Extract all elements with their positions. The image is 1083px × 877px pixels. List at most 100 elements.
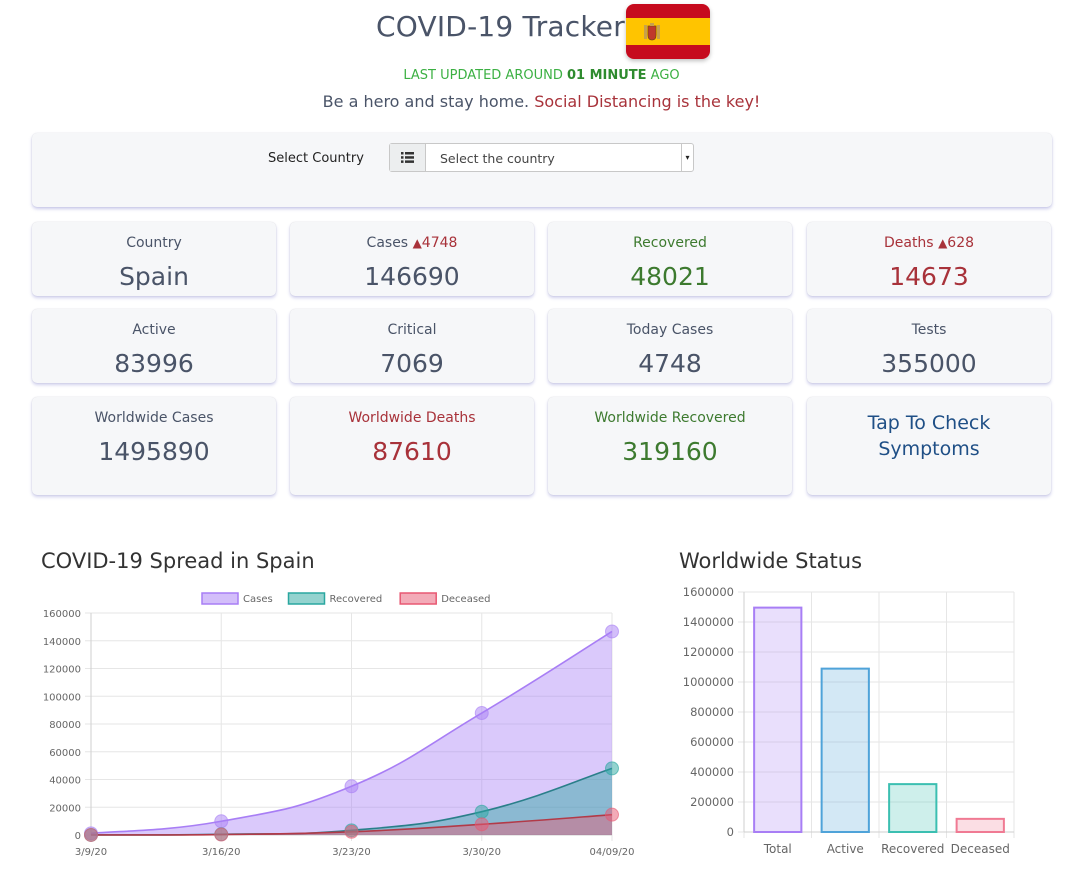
country-selector-panel: Select Country Select the country ▾: [32, 133, 1052, 207]
y-tick-label: 200000: [690, 795, 734, 809]
check-symptoms-button[interactable]: Tap To Check Symptoms: [807, 397, 1051, 495]
x-tick-label: 3/16/20: [202, 847, 241, 858]
x-tick-label: Recovered: [881, 842, 944, 856]
bar-active: [820, 667, 870, 833]
spread-area-chart: 0 20000 40000 60000 80000 100000 120000 140000 1…: [43, 592, 635, 858]
legend-label: Deceased: [441, 594, 490, 605]
legend-swatch: [287, 592, 326, 605]
y-tick-label: 80000: [49, 720, 81, 731]
chevron-down-icon: ▾: [681, 144, 693, 171]
x-tick-label: Total: [763, 842, 792, 856]
y-tick-label: 600000: [690, 735, 734, 749]
bar-total: [753, 606, 803, 833]
card-country: Country Spain: [32, 222, 276, 296]
coat-of-arms-icon: [644, 23, 660, 41]
x-tick-label: Active: [827, 842, 864, 856]
card-recovered: Recovered 48021: [548, 222, 792, 296]
arrow-up-icon: ▲: [412, 236, 422, 250]
card-value: 83996: [114, 349, 194, 378]
data-point-cases: [344, 779, 359, 794]
card-worldwide-deaths: Worldwide Deaths 87610: [290, 397, 534, 495]
card-label: Worldwide Deaths: [348, 410, 476, 426]
card-active: Active 83996: [32, 309, 276, 383]
card-value: 1495890: [98, 437, 210, 466]
y-tick-label: 0: [75, 831, 81, 842]
data-point-deceased: [474, 817, 489, 832]
y-tick-label: 1400000: [683, 615, 734, 629]
data-point-cases: [474, 706, 489, 721]
card-value: 7069: [380, 349, 444, 378]
country-select[interactable]: Select the country ▾: [389, 143, 694, 172]
card-value: 48021: [630, 262, 710, 291]
y-tick-label: 400000: [690, 765, 734, 779]
y-tick-label: 20000: [49, 803, 81, 814]
card-today-cases: Today Cases 4748: [548, 309, 792, 383]
select-country-label: Select Country: [268, 151, 364, 166]
last-updated: LAST UPDATED AROUND 01 MINUTE AGO: [403, 68, 680, 83]
card-value: 146690: [364, 262, 460, 291]
card-label: Worldwide Recovered: [594, 410, 746, 426]
data-point-deceased: [214, 827, 229, 842]
card-label: Critical: [387, 322, 437, 338]
card-value: 319160: [622, 437, 718, 466]
data-point-cases: [605, 624, 619, 639]
card-label: Today Cases: [626, 322, 714, 338]
header: COVID-19 Tracker LAST UPDATED AROUND 01 …: [0, 0, 1083, 120]
card-label: Cases ▲4748: [366, 235, 458, 251]
x-tick-label: 3/30/20: [462, 847, 501, 858]
tagline: Be a hero and stay home. Social Distanci…: [322, 92, 761, 111]
card-value: 14673: [889, 262, 969, 291]
data-point-deceased: [84, 827, 98, 842]
y-tick-label: 100000: [43, 692, 81, 703]
card-value: Spain: [119, 262, 189, 291]
bar-recovered: [888, 783, 938, 834]
arrow-up-icon: ▲: [938, 236, 948, 250]
y-tick-label: 40000: [49, 776, 81, 787]
data-point-deceased: [344, 824, 359, 839]
worldwide-bar-chart: 0 200000 400000 600000 800000 1000000 1200000 1…: [683, 585, 1015, 856]
card-deaths: Deaths ▲628 14673: [807, 222, 1051, 296]
spread-chart-title: COVID-19 Spread in Spain: [41, 549, 315, 573]
card-label: Active: [132, 322, 176, 338]
card-label: Country: [126, 235, 182, 251]
card-worldwide-cases: Worldwide Cases 1495890: [32, 397, 276, 495]
card-label: Tests: [911, 322, 947, 338]
card-critical: Critical 7069: [290, 309, 534, 383]
x-tick-label: Deceased: [951, 842, 1010, 856]
y-tick-label: 120000: [43, 665, 81, 676]
card-label: Deaths ▲628: [883, 235, 975, 251]
worldwide-chart-title: Worldwide Status: [679, 549, 863, 573]
x-tick-label: 3/23/20: [332, 847, 371, 858]
y-tick-label: 160000: [43, 609, 81, 620]
y-tick-label: 1600000: [683, 585, 734, 599]
legend-swatch: [201, 592, 239, 605]
legend-label: Recovered: [330, 594, 383, 605]
data-point-cases: [214, 814, 229, 829]
list-icon: [390, 144, 426, 171]
card-label: Recovered: [633, 235, 707, 251]
card-worldwide-recovered: Worldwide Recovered 319160: [548, 397, 792, 495]
check-symptoms-label: Tap To Check Symptoms: [867, 412, 991, 460]
y-tick-label: 800000: [690, 705, 734, 719]
card-value: 87610: [372, 437, 452, 466]
legend-swatch: [399, 592, 437, 605]
country-select-placeholder: Select the country: [440, 151, 555, 166]
y-tick-label: 1000000: [683, 675, 734, 689]
card-label: Worldwide Cases: [94, 410, 214, 426]
y-tick-label: 1200000: [683, 645, 734, 659]
data-point-recovered: [474, 804, 489, 819]
card-value: 355000: [881, 349, 977, 378]
y-tick-label: 140000: [43, 637, 81, 648]
data-point-recovered: [605, 761, 619, 776]
x-tick-label: 04/09/20: [590, 847, 635, 858]
page-title: COVID-19 Tracker: [376, 10, 625, 43]
y-tick-label: 60000: [49, 748, 81, 759]
card-cases: Cases ▲4748 146690: [290, 222, 534, 296]
card-value: 4748: [638, 349, 702, 378]
bar-deceased: [955, 817, 1005, 834]
y-tick-label: 0: [727, 825, 734, 839]
data-point-deceased: [605, 807, 619, 822]
x-tick-label: 3/9/20: [75, 847, 107, 858]
spain-flag-icon: [626, 4, 710, 59]
legend-label: Cases: [243, 594, 273, 605]
